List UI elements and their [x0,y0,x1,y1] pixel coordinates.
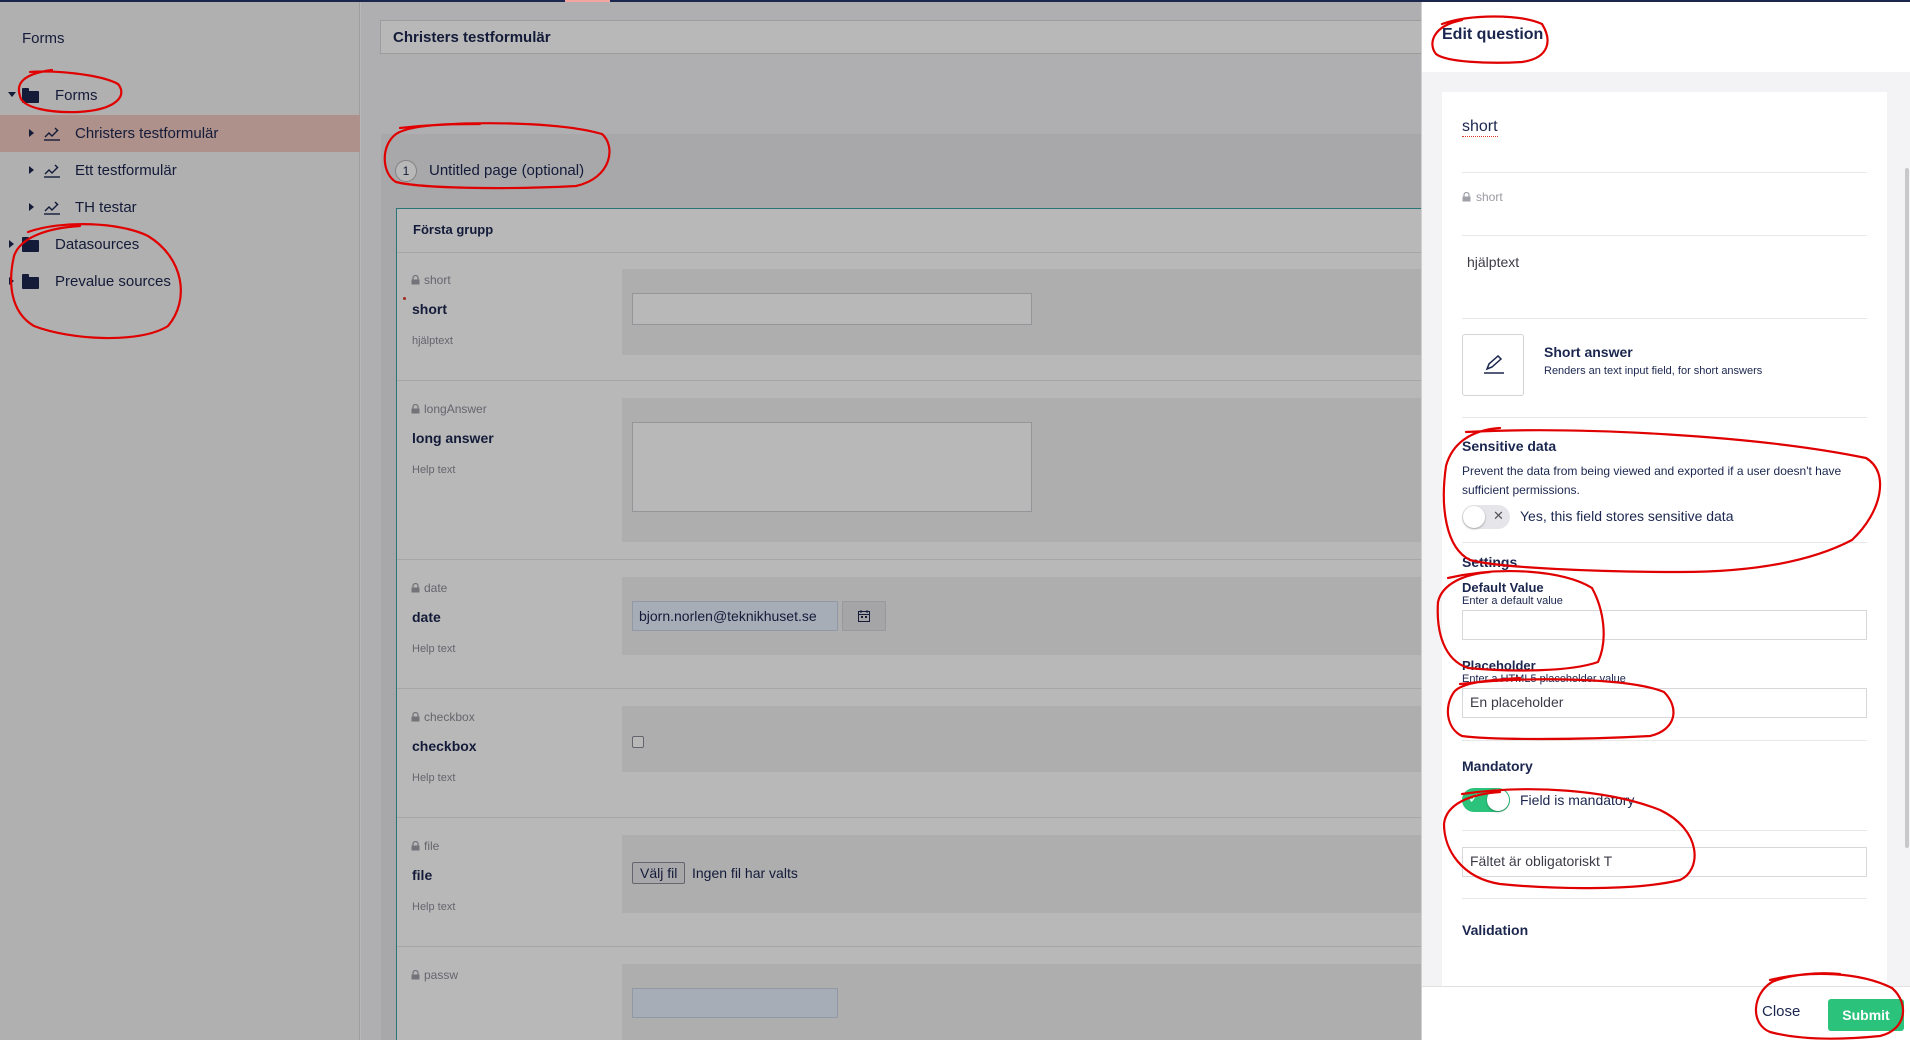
default-value-label: Default Value [1462,580,1544,595]
field-type-name: Short answer [1544,344,1633,360]
mandatory-heading: Mandatory [1462,758,1533,774]
help-text-input[interactable]: hjälptext [1467,254,1519,270]
panel-scrollbar[interactable] [1905,168,1909,848]
toggle-knob [1463,506,1485,528]
placeholder-description: Enter a HTML5 placeholder value [1462,673,1626,685]
placeholder-label: Placeholder [1462,658,1536,673]
sensitive-data-toggle[interactable]: ✕ [1462,505,1510,529]
alias-text: short [1476,190,1503,204]
lock-icon [1462,192,1471,202]
submit-button[interactable]: Submit [1828,999,1904,1031]
mandatory-message-input[interactable]: Fältet är obligatoriskt T [1462,847,1867,877]
divider [1462,318,1867,319]
divider [1462,172,1867,173]
top-accent-marker [565,0,610,2]
divider [1462,542,1867,543]
placeholder-input[interactable]: En placeholder [1462,688,1867,718]
panel-footer: Close Submit [1422,986,1910,1040]
modal-backdrop[interactable] [0,0,1421,1040]
edit-icon [1484,355,1504,374]
mandatory-label: Field is mandatory [1520,792,1635,808]
divider [1462,235,1867,236]
default-value-description: Enter a default value [1462,595,1563,607]
panel-body[interactable]: short short hjälptext Short answer Rende… [1422,72,1910,986]
default-value-input[interactable] [1462,610,1867,640]
check-icon: ✓ [1468,790,1480,806]
panel-title: Edit question [1442,26,1544,43]
top-accent-line [0,0,1910,2]
divider [1462,830,1867,831]
field-type-button[interactable] [1462,334,1524,396]
divider [1462,417,1867,418]
close-button[interactable]: Close [1762,1003,1800,1020]
toggle-knob [1487,789,1509,811]
settings-heading: Settings [1462,554,1518,570]
mandatory-toggle[interactable]: ✓ [1462,788,1510,812]
field-type-description: Renders an text input field, for short a… [1544,365,1763,377]
question-editor-card: short short hjälptext Short answer Rende… [1442,92,1887,986]
divider [1462,740,1867,741]
question-name-input[interactable]: short [1462,118,1498,137]
panel-header: Edit question [1422,0,1910,72]
edit-question-panel: Edit question short short hjälptext Shor… [1421,0,1910,1040]
alias-field[interactable]: short [1462,190,1503,204]
validation-heading: Validation [1462,922,1529,938]
sensitive-data-description: Prevent the data from being viewed and e… [1462,464,1842,497]
toggle-off-icon: ✕ [1493,508,1504,523]
divider [1462,898,1867,899]
sensitive-data-label: Yes, this field stores sensitive data [1520,508,1734,524]
sensitive-data-heading: Sensitive data [1462,438,1557,454]
